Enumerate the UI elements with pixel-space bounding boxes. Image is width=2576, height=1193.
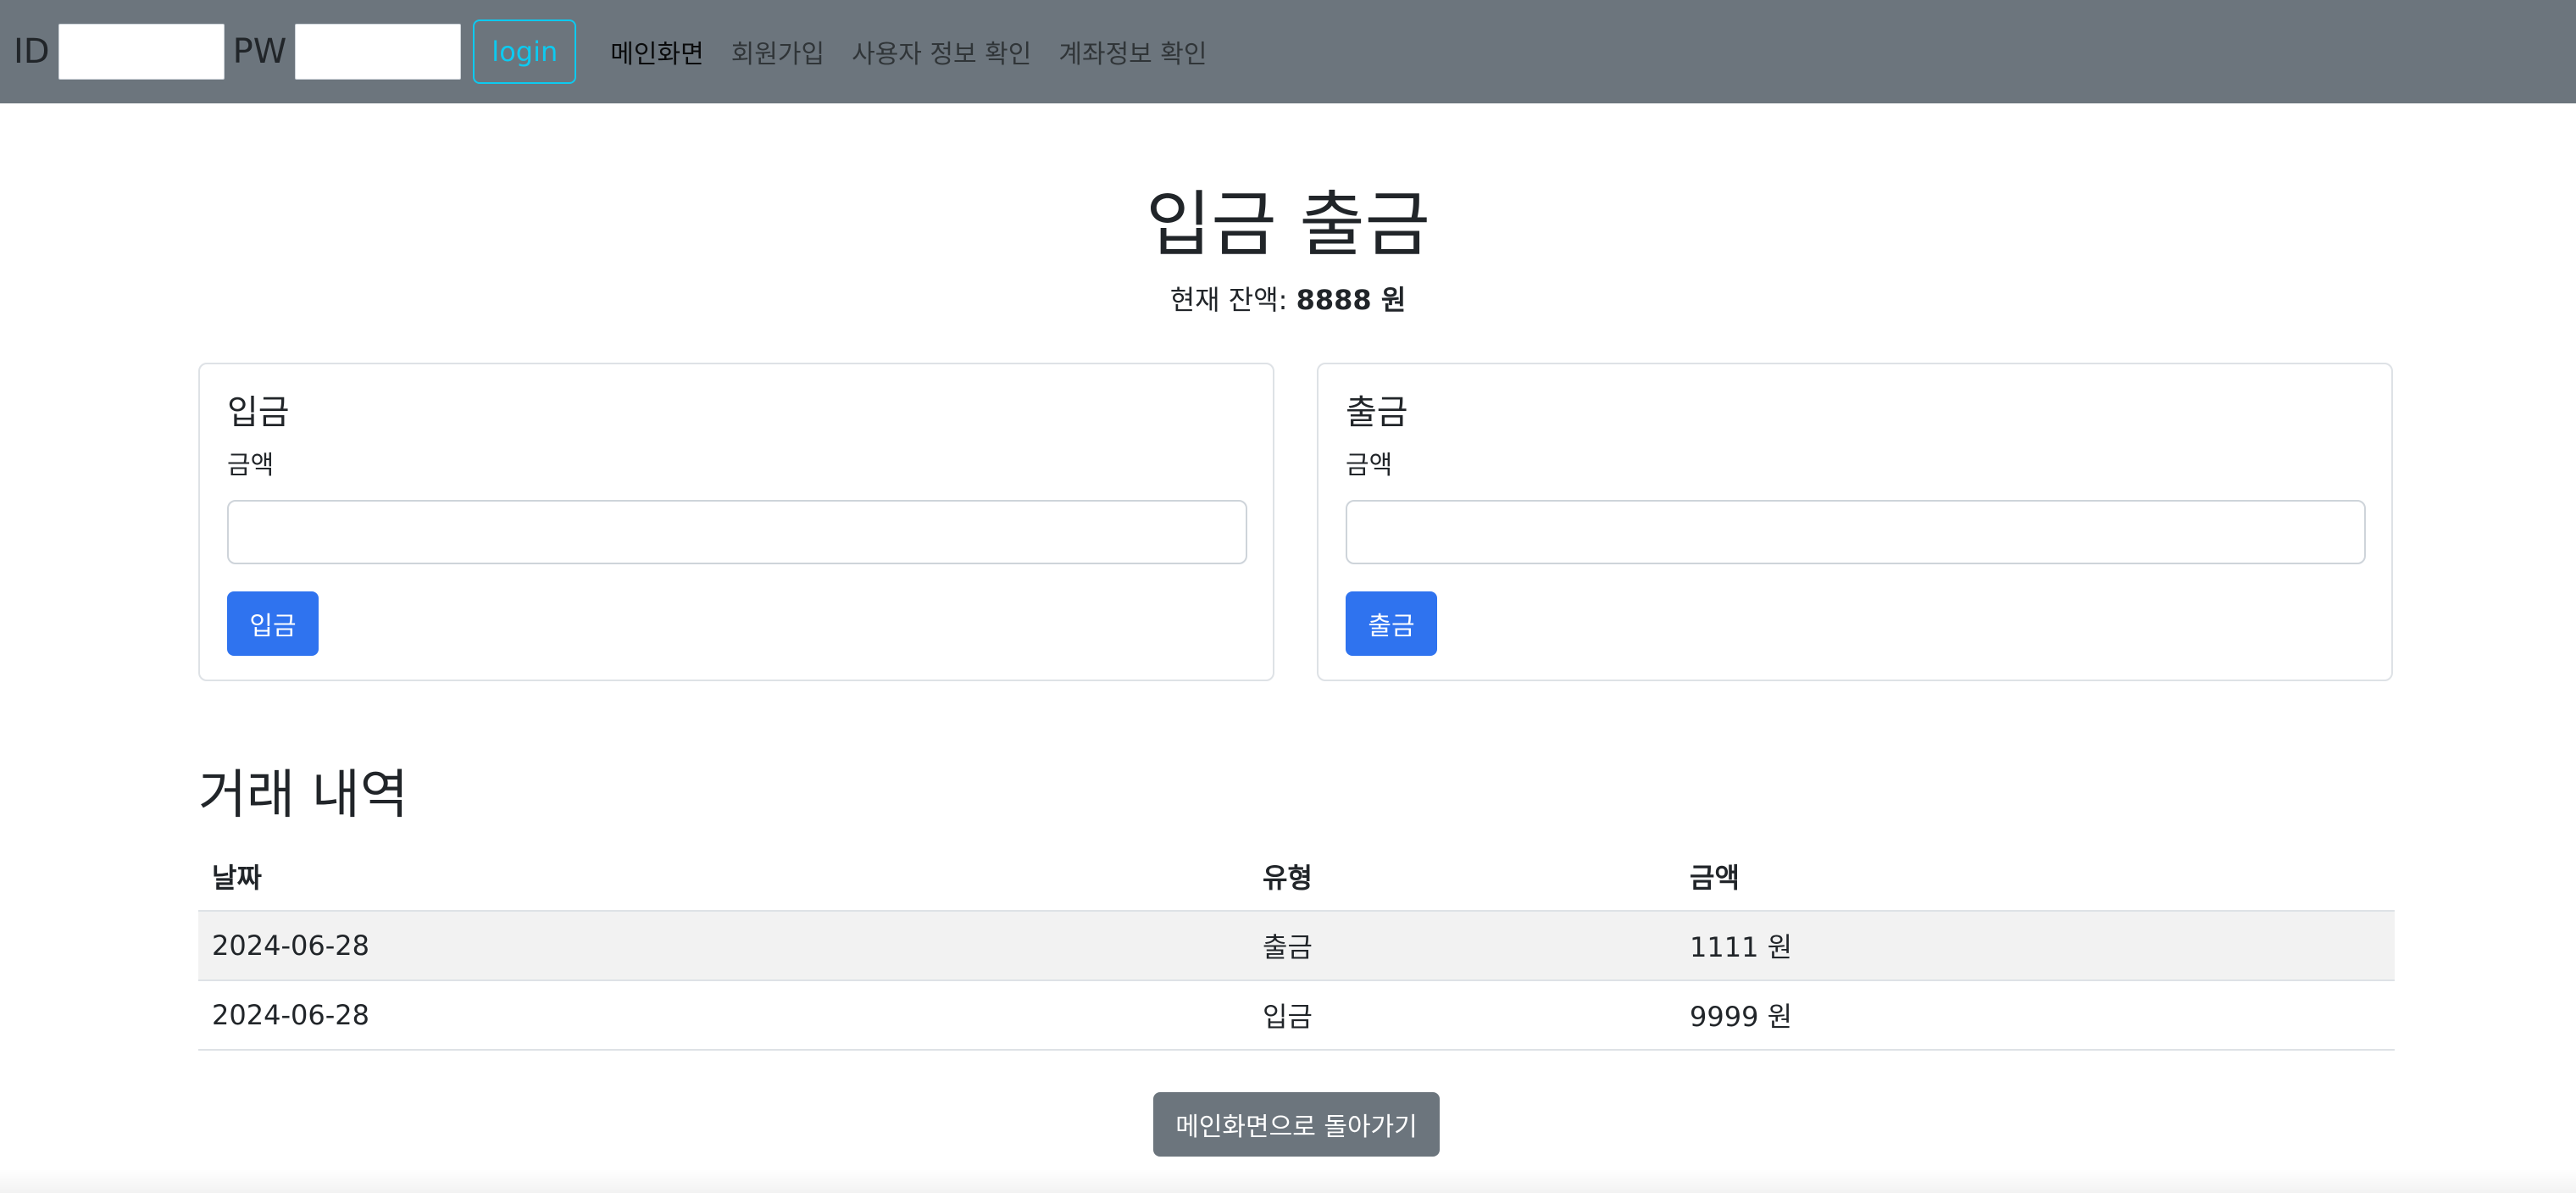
balance-value: 8888 원 — [1296, 284, 1407, 316]
row-date: 2024-06-28 — [198, 911, 1249, 981]
row-amount: 1111 원 — [1676, 911, 2395, 981]
balance-display: 현재 잔액: 8888 원 — [0, 280, 2576, 320]
deposit-title: 입금 — [227, 393, 290, 432]
table-row: 2024-06-28 출금 1111 원 — [198, 911, 2395, 981]
history-table: 날짜 유형 금액 2024-06-28 출금 1111 원 2024-06-28… — [198, 842, 2395, 1051]
deposit-button[interactable]: 입금 — [227, 591, 319, 656]
withdraw-amount-input[interactable] — [1346, 500, 2366, 564]
column-header-amount: 금액 — [1676, 842, 2395, 912]
bottom-shadow — [0, 1169, 2576, 1193]
navbar: ID PW login 메인화면 회원가입 사용자 정보 확인 계좌정보 확인 — [0, 0, 2576, 103]
column-header-date: 날짜 — [198, 842, 1249, 912]
withdraw-button[interactable]: 출금 — [1346, 591, 1437, 656]
withdraw-amount-label: 금액 — [1346, 451, 1393, 480]
pw-input[interactable] — [295, 24, 462, 80]
row-amount: 9999 원 — [1676, 980, 2395, 1051]
page-title: 입금 출금 — [1146, 183, 1430, 266]
column-header-type: 유형 — [1249, 842, 1676, 912]
nav-links: 메인화면 회원가입 사용자 정보 확인 계좌정보 확인 — [610, 33, 1234, 70]
row-type: 입금 — [1249, 980, 1676, 1051]
nav-link-account-info[interactable]: 계좌정보 확인 — [1058, 33, 1207, 70]
nav-link-user-info[interactable]: 사용자 정보 확인 — [852, 33, 1031, 70]
history-title: 거래 내역 — [198, 763, 408, 825]
id-input[interactable] — [58, 24, 225, 80]
table-row: 2024-06-28 입금 9999 원 — [198, 980, 2395, 1051]
nav-link-signup[interactable]: 회원가입 — [731, 33, 824, 70]
login-button[interactable]: login — [473, 19, 577, 84]
back-to-main-button[interactable]: 메인화면으로 돌아가기 — [1153, 1092, 1440, 1157]
pw-label: PW — [232, 32, 287, 71]
nav-link-main[interactable]: 메인화면 — [610, 33, 703, 70]
table-header-row: 날짜 유형 금액 — [198, 842, 2395, 912]
withdraw-title: 출금 — [1346, 393, 1408, 432]
deposit-amount-label: 금액 — [227, 451, 275, 480]
balance-label: 현재 잔액: — [1169, 284, 1288, 316]
deposit-card: 입금 금액 입금 — [198, 363, 1274, 681]
row-date: 2024-06-28 — [198, 980, 1249, 1051]
id-label: ID — [14, 32, 50, 71]
deposit-amount-input[interactable] — [227, 500, 1247, 564]
withdraw-card: 출금 금액 출금 — [1317, 363, 2393, 681]
row-type: 출금 — [1249, 911, 1676, 981]
